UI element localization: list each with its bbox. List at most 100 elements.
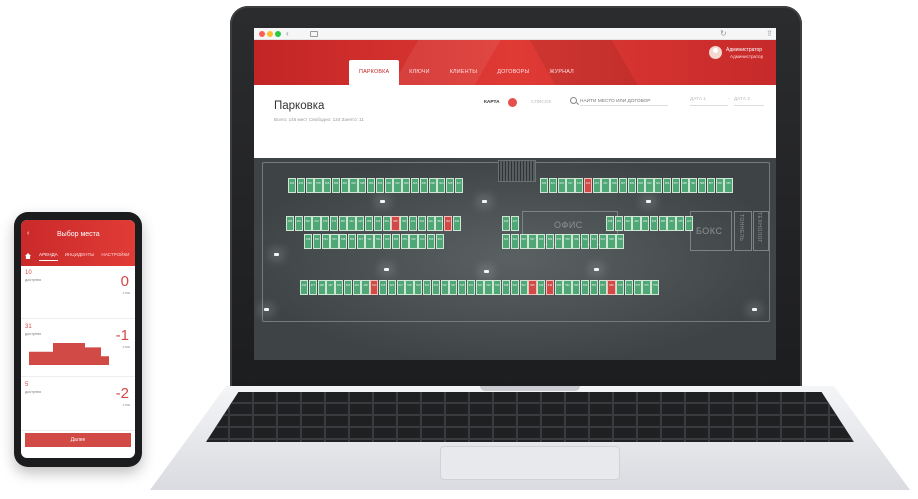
parking-spot-free[interactable]: 472 <box>685 216 694 231</box>
parking-spot-free[interactable]: 576 <box>642 280 651 295</box>
parking-spot-free[interactable]: 554 <box>330 234 339 249</box>
parking-spot-free[interactable]: 556 <box>589 280 598 295</box>
parking-spot-free[interactable]: 602 <box>645 178 654 193</box>
parking-spot-free[interactable]: 599 <box>662 178 672 193</box>
parking-spot-free[interactable]: 545 <box>554 234 563 249</box>
view-list-label[interactable]: СПИСОК <box>531 100 551 105</box>
parking-spot-free[interactable]: 533 <box>475 280 484 295</box>
parking-spot-free[interactable]: 498 <box>317 280 326 295</box>
parking-spot-free[interactable]: 463 <box>632 216 641 231</box>
parking-spot-free[interactable]: 536 <box>484 280 493 295</box>
parking-spot-free[interactable]: 463 <box>452 216 462 231</box>
parking-spot-free[interactable]: 520 <box>383 234 392 249</box>
parking-spot-free[interactable]: 423 <box>417 216 426 231</box>
parking-spot-free[interactable]: 531 <box>466 280 476 295</box>
reload-icon[interactable]: ↻ <box>720 29 727 38</box>
parking-spot-free[interactable]: 461 <box>382 216 391 231</box>
parking-spot-free[interactable]: 516 <box>409 234 418 249</box>
parking-spot-free[interactable]: 527 <box>449 280 458 295</box>
parking-spot-free[interactable]: 490 <box>300 280 309 295</box>
parking-spot-busy[interactable]: 569 <box>607 280 616 295</box>
parking-spot-free[interactable]: 606 <box>323 178 332 193</box>
parking-spot-free[interactable]: 498 <box>361 280 370 295</box>
parking-spot-free[interactable]: 521 <box>502 234 511 249</box>
parking-spot-free[interactable]: 611 <box>601 178 610 193</box>
parking-spot-free[interactable]: 578 <box>651 280 660 295</box>
parking-spot-busy[interactable]: 549 <box>545 280 555 295</box>
parking-spot-free[interactable]: 575 <box>633 280 642 295</box>
tab-rent[interactable]: АРЕНДА <box>39 252 58 261</box>
parking-spot-free[interactable]: 644 <box>288 178 297 193</box>
back-arrow-icon[interactable]: ‹ <box>286 29 289 38</box>
parking-spot-free[interactable]: 554 <box>374 234 383 249</box>
parking-spot-free[interactable]: 574 <box>624 280 634 295</box>
parking-spot-free[interactable]: 542 <box>581 234 590 249</box>
parking-spot-free[interactable]: 477 <box>308 280 317 295</box>
parking-spot-free[interactable]: 566 <box>347 234 357 249</box>
parking-spot-free[interactable]: 606 <box>627 178 636 193</box>
search-input[interactable] <box>580 97 668 106</box>
parking-spot-free[interactable]: 598 <box>680 178 689 193</box>
parking-spot-free[interactable]: 443 <box>373 216 382 231</box>
parking-spot-free[interactable]: 514 <box>418 234 427 249</box>
parking-spot-free[interactable]: 492 <box>352 280 361 295</box>
parking-spot-free[interactable]: 449 <box>426 216 435 231</box>
parking-spot-free[interactable]: 634 <box>375 178 384 193</box>
parking-spot-free[interactable]: 558 <box>554 280 563 295</box>
parking-spot-free[interactable]: 473 <box>329 216 339 231</box>
parking-spot-free[interactable]: 511 <box>365 234 374 249</box>
window-minimize-icon[interactable] <box>267 31 273 37</box>
parking-spot-free[interactable]: 652 <box>340 178 349 193</box>
parking-spot-free[interactable]: 529 <box>458 280 467 295</box>
view-map-label[interactable]: КАРТА <box>484 100 500 105</box>
date-from-field[interactable]: ДАТА 1 <box>690 97 728 106</box>
view-toggle[interactable] <box>508 98 517 107</box>
parking-spot-free[interactable]: 553 <box>572 280 581 295</box>
parking-spot-free[interactable]: 448 <box>304 234 313 249</box>
parking-spot-free[interactable]: 546 <box>537 280 546 295</box>
home-icon[interactable] <box>25 253 31 259</box>
parking-spot-free[interactable]: 536 <box>493 280 502 295</box>
parking-spot-free[interactable]: 523 <box>387 280 396 295</box>
parking-spot-free[interactable]: 621 <box>548 178 557 193</box>
parking-spot-free[interactable]: 601 <box>654 178 663 193</box>
parking-spot-free[interactable]: 506 <box>537 234 546 249</box>
parking-spot-free[interactable]: 622 <box>393 178 402 193</box>
parking-spot-free[interactable]: 457 <box>667 216 676 231</box>
parking-spot-busy[interactable]: 514 <box>370 280 379 295</box>
parking-spot-free[interactable]: 608 <box>610 178 619 193</box>
parking-spot-free[interactable]: 593 <box>303 216 312 231</box>
parking-spot-free[interactable]: 589 <box>698 178 707 193</box>
parking-spot-free[interactable]: 481 <box>294 216 303 231</box>
parking-spot-free[interactable]: 578 <box>314 178 323 193</box>
nav-clients[interactable]: КЛИЕНТЫ <box>440 60 488 85</box>
sidebar-toggle-icon[interactable] <box>310 31 318 37</box>
parking-spot-free[interactable]: 538 <box>501 280 511 295</box>
parking-spot-free[interactable]: 597 <box>671 178 680 193</box>
parking-spot-busy[interactable]: 451 <box>444 216 453 231</box>
parking-spot-free[interactable]: 542 <box>519 280 528 295</box>
parking-spot-free[interactable]: 440 <box>356 216 365 231</box>
parking-spot-free[interactable]: 538 <box>607 234 616 249</box>
parking-spot-free[interactable]: 628 <box>446 178 455 193</box>
parking-spot-free[interactable]: 619 <box>557 178 566 193</box>
parking-spot-free[interactable]: 567 <box>356 234 365 249</box>
parking-spot-free[interactable]: 503 <box>343 280 353 295</box>
parking-spot-free[interactable]: 544 <box>598 234 607 249</box>
parking-spot-free[interactable]: 557 <box>598 280 607 295</box>
parking-spot-free[interactable]: 458 <box>365 216 374 231</box>
nav-keys[interactable]: КЛЮЧИ <box>399 60 439 85</box>
nav-contracts[interactable]: ДОГОВОРЫ <box>487 60 539 85</box>
share-icon[interactable]: ⇪ <box>766 29 773 38</box>
nav-parking[interactable]: ПАРКОВКА <box>349 60 400 85</box>
parking-spot-free[interactable]: 638 <box>358 178 367 193</box>
parking-spot-free[interactable]: 598 <box>339 234 348 249</box>
parking-spot-free[interactable]: 521 <box>422 280 432 295</box>
parking-spot-free[interactable]: 643 <box>296 178 305 193</box>
parking-spot-free[interactable]: 509 <box>545 234 555 249</box>
level-card-0[interactable]: 10 доступно 0 этаж <box>21 267 135 319</box>
parking-spot-free[interactable]: 603 <box>636 178 645 193</box>
parking-spot-free[interactable]: 553 <box>400 234 409 249</box>
tab-settings[interactable]: НАСТРОЙКИ <box>101 252 129 261</box>
parking-spot-free[interactable]: 663 <box>349 178 358 193</box>
